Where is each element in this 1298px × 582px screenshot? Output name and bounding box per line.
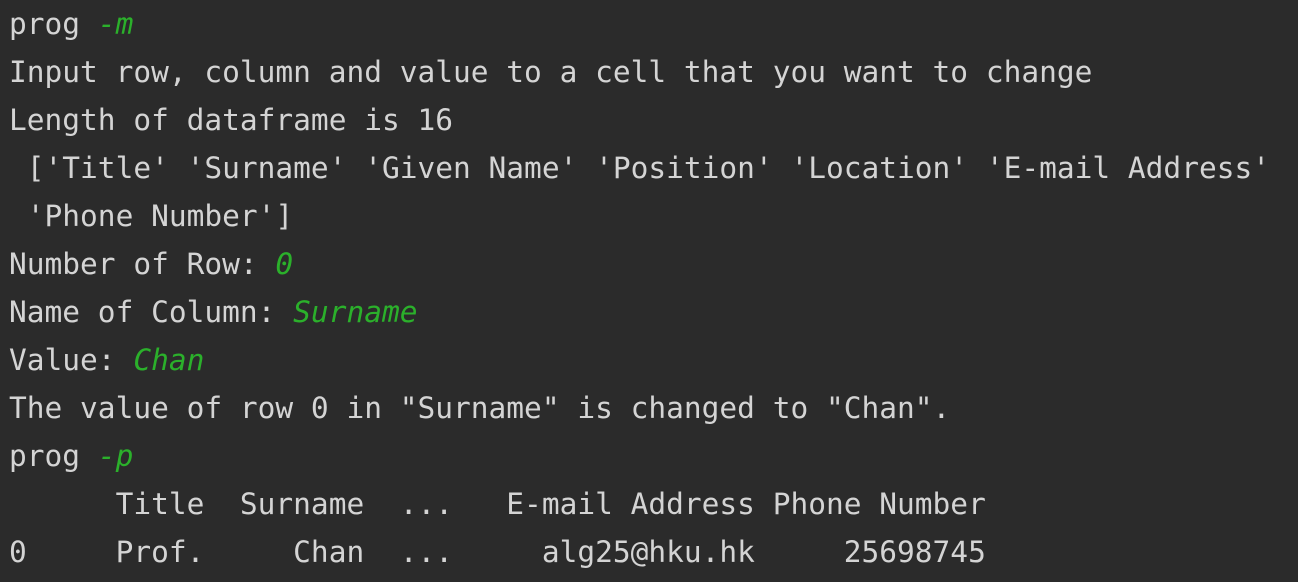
value-prompt-line: Value: Chan: [9, 340, 1298, 388]
command-line: prog -p: [9, 436, 1298, 484]
column-prompt: Name of Column:: [9, 295, 294, 329]
command-input: -m: [97, 7, 134, 41]
value-input: Chan: [133, 343, 205, 377]
command-prompt: prog: [9, 7, 98, 41]
table-row-line: 0 Prof. Chan ... alg25@hku.hk 25698745: [9, 535, 986, 569]
column-input: Surname: [293, 295, 418, 329]
command-prompt: prog: [9, 439, 98, 473]
output-line: Length of dataframe is 16: [9, 103, 454, 137]
value-prompt: Value:: [9, 343, 134, 377]
row-prompt: Number of Row:: [9, 247, 276, 281]
row-input: 0: [275, 247, 294, 281]
command-line: prog -m: [9, 4, 1298, 52]
table-header-line: Title Surname ... E-mail Address Phone N…: [9, 487, 986, 521]
row-prompt-line: Number of Row: 0: [9, 244, 1298, 292]
console-output[interactable]: prog -m Input row, column and value to a…: [0, 0, 1298, 582]
command-input: -p: [97, 439, 134, 473]
column-prompt-line: Name of Column: Surname: [9, 292, 1298, 340]
output-line: ['Title' 'Surname' 'Given Name' 'Positio…: [9, 151, 1270, 185]
output-line: Input row, column and value to a cell th…: [9, 55, 1093, 89]
output-line: 'Phone Number']: [9, 199, 294, 233]
output-line: The value of row 0 in "Surname" is chang…: [9, 391, 951, 425]
